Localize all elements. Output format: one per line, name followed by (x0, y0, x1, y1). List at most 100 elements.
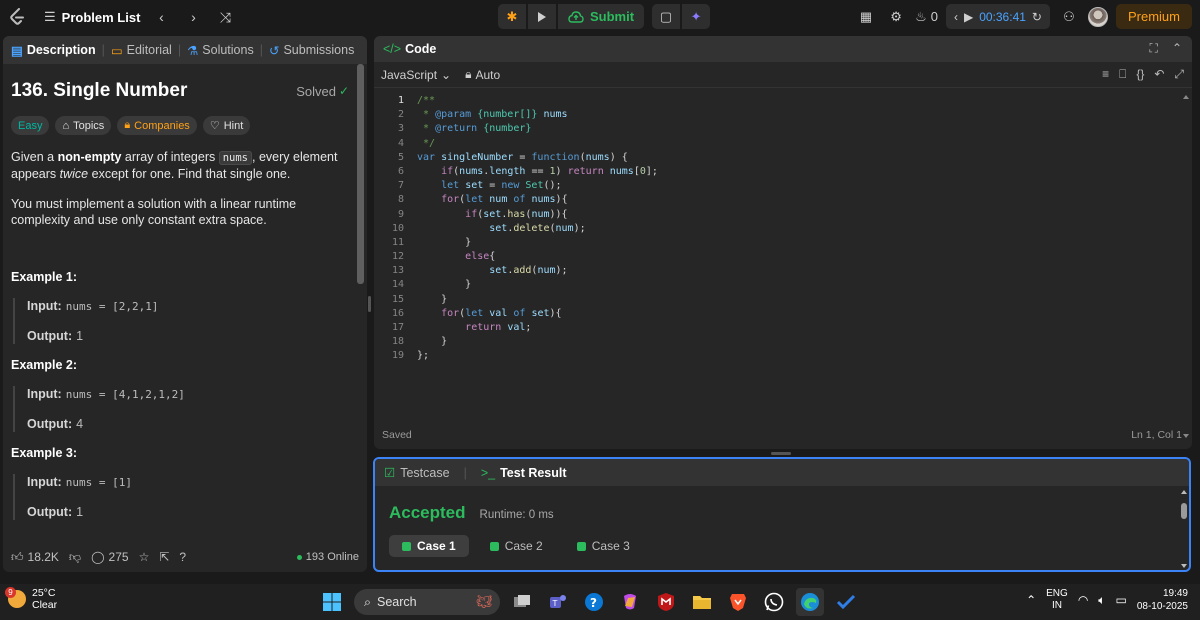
octopus-icon: 🐙︎ (476, 594, 492, 609)
svg-text:?: ? (590, 596, 597, 610)
windows-start-icon[interactable] (318, 588, 346, 616)
file-explorer-icon[interactable] (688, 588, 716, 616)
language-indicator[interactable]: ENG IN (1046, 588, 1068, 612)
code-editor[interactable]: 1/** 2 * @param {number[]} nums 3 * @ret… (374, 94, 1180, 374)
top-navigation-bar: ☰ Problem List ‹ › ⤨ ✱ Submit ▢ ✦ ▦ ⚙ ♨ … (0, 0, 1200, 34)
favorite-button[interactable]: ☆ (139, 550, 150, 564)
bug-icon: ✱ (506, 8, 518, 24)
problem-title[interactable]: 136. Single Number (11, 80, 187, 102)
vertical-resize-handle[interactable] (368, 296, 371, 312)
case-tab[interactable]: Case 3 (564, 535, 643, 557)
maximize-icon[interactable]: ⛶ (1150, 41, 1158, 56)
chevron-up-icon[interactable]: ⌃ (1172, 41, 1182, 56)
whatsapp-icon[interactable] (760, 588, 788, 616)
dislike-button[interactable]: 👎︎ (69, 550, 81, 565)
run-button[interactable] (528, 4, 556, 29)
editor-scrollbar[interactable] (1183, 94, 1189, 439)
code-panel: </> Code ⛶ ⌃ JavaScript ⌄ 🔒︎ Auto ≡ ⎕ {}… (374, 36, 1192, 449)
topics-tag[interactable]: ⌂ Topics (55, 116, 112, 135)
edge-browser-icon[interactable] (796, 588, 824, 616)
panel-resize-handle[interactable] (771, 452, 791, 455)
mcafee-icon[interactable] (652, 588, 680, 616)
format-icon[interactable]: ≡ (1102, 67, 1109, 82)
case-tab[interactable]: Case 1 (389, 535, 469, 557)
auto-mode-toggle[interactable]: 🔒︎ Auto (465, 67, 500, 82)
description-scrollbar[interactable] (357, 64, 364, 572)
thumbs-down-icon: 👎︎ (68, 549, 82, 564)
help-button[interactable]: ? (179, 550, 186, 564)
hint-tag[interactable]: ♡ Hint (202, 116, 251, 135)
todo-app-icon[interactable] (832, 588, 860, 616)
volume-icon[interactable]: 🔈︎ (1098, 593, 1105, 608)
battery-icon[interactable]: ▭ (1116, 593, 1127, 607)
leetcode-logo-icon[interactable] (8, 8, 26, 26)
windows-taskbar: 9 25°C Clear ⌕ Search 🐙︎ T ? ⌃ ENG IN ◠ … (0, 584, 1200, 620)
comments-button[interactable]: ◯ 275 (91, 550, 128, 564)
companies-tag[interactable]: 🔒︎ Companies (117, 116, 197, 135)
submit-button[interactable]: Submit (558, 4, 645, 29)
chevron-up-icon[interactable]: ⌃ (1026, 593, 1036, 607)
taskbar-search[interactable]: ⌕ Search 🐙︎ (354, 589, 500, 615)
teams-icon[interactable]: T (544, 588, 572, 616)
code-panel-header: </> Code (374, 36, 1192, 62)
problem-tags: Easy ⌂ Topics 🔒︎ Companies ♡ Hint (11, 116, 349, 135)
clock[interactable]: 19:49 08-10-2025 (1137, 587, 1188, 613)
brave-browser-icon[interactable] (724, 588, 752, 616)
ai-assist-button[interactable]: ✦ (682, 4, 711, 29)
verdict-text: Accepted (389, 503, 466, 522)
notes-button[interactable]: ▢ (652, 4, 681, 29)
share-button[interactable]: ⇱ (159, 550, 169, 564)
difficulty-badge: Easy (11, 116, 50, 135)
tab-submissions[interactable]: ↺ Submissions (269, 43, 354, 58)
case-tab[interactable]: Case 2 (477, 535, 556, 557)
prev-problem-button[interactable]: ‹ (150, 6, 172, 28)
sun-icon: 9 (5, 587, 26, 608)
add-user-button[interactable]: ⚇ (1058, 6, 1080, 28)
bookmark-icon[interactable]: ⎕ (1119, 67, 1126, 82)
premium-button[interactable]: Premium (1115, 4, 1192, 29)
terminal-icon: >_ (480, 465, 496, 480)
reset-code-icon[interactable]: ↶ (1154, 67, 1164, 82)
scrollbar-thumb[interactable] (357, 64, 364, 284)
braces-icon[interactable]: {} (1136, 67, 1144, 82)
flame-icon: ♨ (915, 8, 927, 24)
add-user-icon: ⚇ (1063, 8, 1075, 24)
result-scrollbar[interactable] (1181, 489, 1187, 569)
check-circle-icon: ✓ (338, 84, 349, 98)
like-button[interactable]: 👍︎ 18.2K (11, 550, 59, 565)
problem-list-button[interactable]: ☰ Problem List (44, 9, 140, 25)
editor-toolbar: JavaScript ⌄ 🔒︎ Auto (374, 62, 1192, 88)
description-tabs: ▤ Description | ▭ Editorial | ⚗ Solution… (3, 36, 367, 64)
settings-button[interactable]: ⚙ (885, 6, 907, 28)
help-app-icon[interactable]: ? (580, 588, 608, 616)
chevron-left-icon: ‹ (953, 9, 958, 24)
task-view-icon[interactable] (508, 588, 536, 616)
copilot-icon[interactable] (616, 588, 644, 616)
play-icon: ▶ (963, 9, 974, 24)
next-problem-button[interactable]: › (182, 6, 204, 28)
tab-test-result[interactable]: >_ Test Result (481, 466, 567, 480)
search-icon: ⌕ (364, 594, 372, 609)
tab-editorial[interactable]: ▭ Editorial (111, 43, 172, 58)
check-icon (402, 541, 411, 551)
list-icon: ☰ (44, 9, 56, 24)
shuffle-button[interactable]: ⤨ (214, 6, 236, 28)
flask-icon: ⚗ (187, 43, 199, 58)
avatar[interactable] (1087, 6, 1108, 27)
checkbox-icon: ☑ (384, 466, 396, 480)
debug-button[interactable]: ✱ (498, 4, 526, 29)
tab-testcase[interactable]: ☑ Testcase (384, 465, 450, 481)
language-select[interactable]: JavaScript ⌄ (381, 68, 451, 82)
tab-description[interactable]: ▤ Description (11, 43, 96, 58)
timer-widget[interactable]: ‹ ▶ 00:36:41 ↻ (945, 4, 1050, 29)
lightbulb-icon: ♡ (209, 120, 220, 132)
system-tray: ⌃ ENG IN ◠ 🔈︎ ▭ 19:49 08-10-2025 (1026, 587, 1188, 613)
weather-widget[interactable]: 9 25°C Clear (5, 587, 57, 611)
online-count: 193 Online (296, 551, 359, 563)
wifi-icon[interactable]: ◠ (1078, 593, 1088, 607)
tab-solutions[interactable]: ⚗ Solutions (187, 43, 254, 58)
reset-icon: ↻ (1031, 9, 1042, 24)
layout-button[interactable]: ▦ (855, 6, 877, 28)
streak-counter[interactable]: ♨ 0 (915, 6, 938, 28)
expand-icon[interactable]: ⤢ (1174, 67, 1184, 82)
